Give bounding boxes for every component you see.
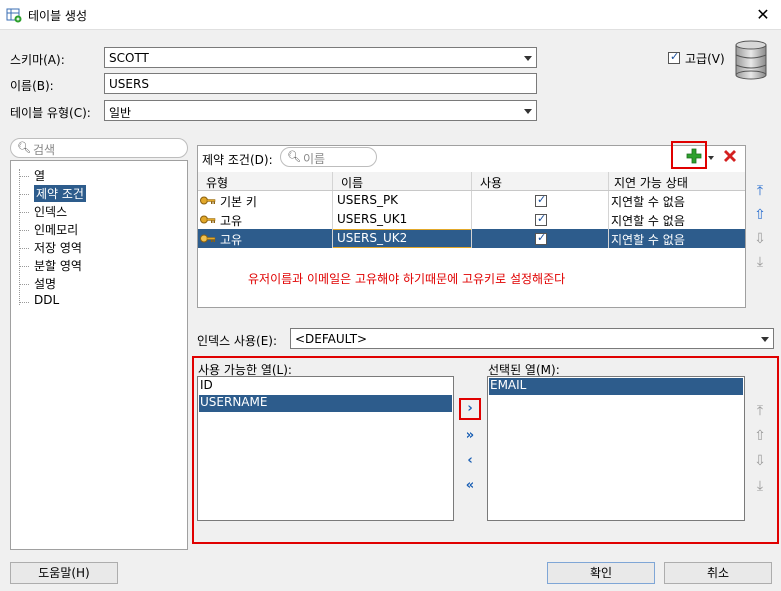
table-app-icon [6,8,22,23]
constraint-enabled-checkbox[interactable] [535,231,547,245]
delete-icon[interactable] [722,148,738,164]
column-move-up-icon[interactable]: ⇧ [751,427,769,445]
tree-connector [19,248,29,249]
schema-label: 스키마(A): [10,53,65,67]
grid-header: 유형 이름 사용 지연 가능 상태 [198,172,745,191]
constraint-type: 고유 [220,233,243,247]
constraint-enabled-checkbox[interactable] [535,193,547,207]
name-value: USERS [109,77,149,91]
tree-connector [19,212,29,213]
move-down-icon[interactable]: ⇩ [751,230,769,248]
search-icon: 🔍︎ [17,141,31,154]
sidebar-search-placeholder: 검색 [33,143,56,157]
name-input[interactable]: USERS [104,73,537,94]
add-dropdown-chevron-icon[interactable] [708,156,714,160]
advanced-checkbox[interactable] [668,50,680,64]
ok-button[interactable]: 확인 [547,562,655,584]
move-right-icon[interactable]: › [461,400,479,418]
constraints-search-placeholder: 이름 [303,152,326,166]
constraint-type: 고유 [220,214,243,228]
sidebar-item[interactable]: 인메모리 [34,221,78,238]
tree-connector [19,230,29,231]
constraints-search-input[interactable]: 🔍︎ 이름 [280,147,377,167]
list-item[interactable]: ID [199,378,452,395]
sidebar-item[interactable]: 제약 조건 [34,185,86,202]
constraint-type: 기본 키 [220,195,257,209]
constraint-name[interactable]: USERS_PK [337,193,398,207]
table-row[interactable]: 고유 USERS_UK1 지연할 수 없음 [198,210,745,229]
sidebar-item[interactable]: 열 [34,167,45,184]
move-all-right-icon[interactable]: » [461,427,479,445]
constraints-label: 제약 조건(D): [202,153,273,167]
sidebar-item[interactable]: 저장 영역 [34,239,82,256]
search-icon: 🔍︎ [287,150,301,163]
col-type: 유형 [206,176,229,190]
list-item[interactable]: EMAIL [489,378,743,395]
chevron-down-icon [524,109,532,114]
table-type-label: 테이블 유형(C): [10,106,91,120]
tree-connector [19,284,29,285]
sidebar-item[interactable]: DDL [34,293,59,307]
move-top-icon[interactable]: ⤒ [751,182,769,200]
constraints-grid: 유형 이름 사용 지연 가능 상태 기본 키USERS_PK지연할 수 없음고유… [198,172,745,258]
col-name: 이름 [341,176,364,190]
index-select[interactable]: <DEFAULT> [290,328,774,349]
selected-columns-list[interactable]: EMAIL [487,376,745,521]
table-type-select[interactable]: 일반 [104,100,537,121]
database-icon [735,40,767,80]
chevron-down-icon [524,56,532,61]
tree-connector [19,176,29,177]
move-left-icon[interactable]: ‹ [461,452,479,470]
column-move-bottom-icon[interactable]: ⤓ [751,477,769,495]
key-icon [200,234,216,243]
chevron-down-icon [761,337,769,342]
constraint-name[interactable]: USERS_UK1 [337,212,407,226]
column-move-top-icon[interactable]: ⤒ [751,402,769,420]
move-up-icon[interactable]: ⇧ [751,206,769,224]
schema-select[interactable]: SCOTT [104,47,537,68]
col-deferrable: 지연 가능 상태 [614,176,688,190]
constraint-name[interactable]: USERS_UK2 [337,231,407,245]
available-columns-list[interactable]: ID USERNAME [197,376,454,521]
help-button[interactable]: 도움말(H) [10,562,118,584]
key-icon [200,215,216,224]
window-title: 테이블 생성 [28,9,88,23]
add-icon[interactable] [686,148,702,164]
sidebar-search-input[interactable]: 🔍︎ 검색 [10,138,188,158]
tree-connector [19,302,29,303]
constraint-enabled-checkbox[interactable] [535,212,547,226]
col-enabled: 사용 [480,176,503,190]
constraint-deferrable: 지연할 수 없음 [611,233,685,247]
name-label: 이름(B): [10,79,54,93]
schema-value: SCOTT [109,51,149,65]
tree-connector [19,266,29,267]
advanced-label[interactable]: 고급(V) [685,50,725,67]
key-icon [200,196,216,205]
index-label: 인덱스 사용(E): [197,334,278,348]
index-value: <DEFAULT> [295,332,368,346]
constraint-deferrable: 지연할 수 없음 [611,214,685,228]
move-all-left-icon[interactable]: « [461,477,479,495]
move-bottom-icon[interactable]: ⤓ [751,253,769,271]
table-row[interactable]: 기본 키 USERS_PK 지연할 수 없음 [198,191,745,210]
sidebar-item[interactable]: 설명 [34,275,56,292]
title-bar: 테이블 생성 ✕ [0,0,781,30]
cancel-button[interactable]: 취소 [664,562,772,584]
close-icon[interactable]: ✕ [752,4,774,26]
constraint-note: 유저이름과 이메일은 고유해야 하기때문에 고유키로 설정해준다 [248,272,566,286]
sidebar-item[interactable]: 인덱스 [34,203,67,220]
sidebar-item[interactable]: 분할 영역 [34,257,82,274]
table-type-value: 일반 [109,106,132,120]
table-row[interactable]: 고유 USERS_UK2 지연할 수 없음 [198,229,745,248]
constraint-deferrable: 지연할 수 없음 [611,195,685,209]
tree-connector [19,194,29,195]
column-move-down-icon[interactable]: ⇩ [751,452,769,470]
list-item[interactable]: USERNAME [199,395,452,412]
